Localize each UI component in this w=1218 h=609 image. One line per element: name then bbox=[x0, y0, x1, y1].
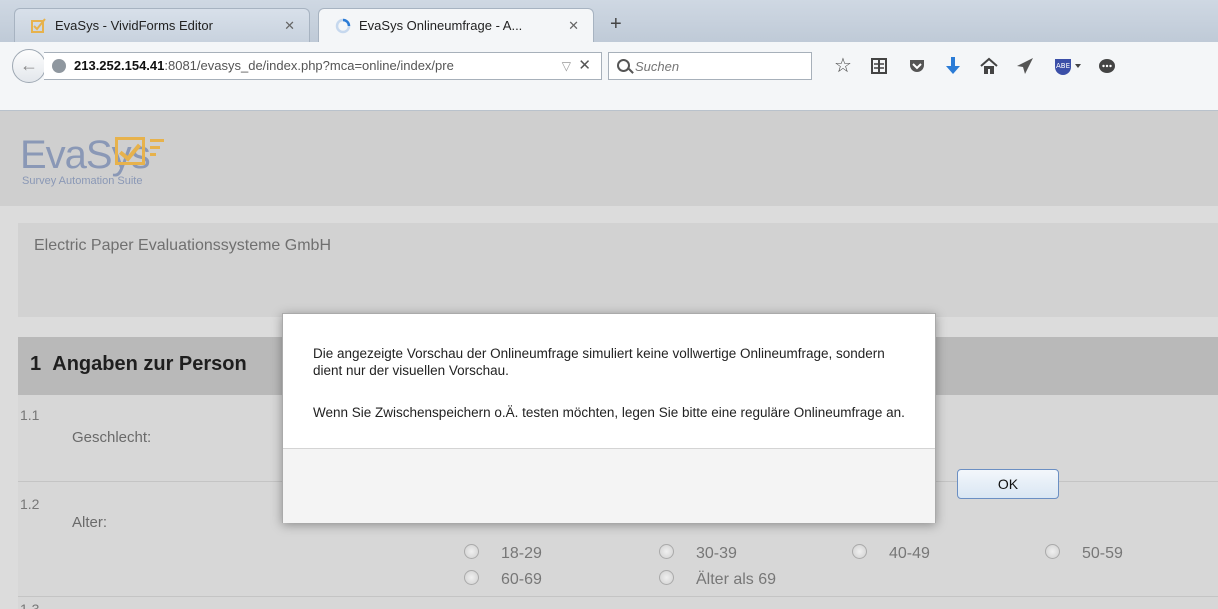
radio-button[interactable] bbox=[852, 544, 867, 559]
radio-button[interactable] bbox=[464, 544, 479, 559]
tab-close-icon[interactable]: ✕ bbox=[568, 9, 579, 43]
age-option[interactable]: 60-69 bbox=[464, 570, 542, 589]
question-number: 1.2 bbox=[20, 496, 40, 512]
dialog-message-2: Wenn Sie Zwischenspeichern o.Ä. testen m… bbox=[313, 405, 905, 420]
organization-name: Electric Paper Evaluationssysteme GmbH bbox=[34, 237, 331, 254]
preview-notice-dialog: Die angezeigte Vorschau der Onlineumfrag… bbox=[282, 313, 1059, 523]
radio-button[interactable] bbox=[464, 570, 479, 585]
svg-text:ABE: ABE bbox=[1056, 62, 1070, 70]
dialog-message-1: Die angezeigte Vorschau der Onlineumfrag… bbox=[313, 346, 885, 378]
url-host: 213.252.154.41 bbox=[74, 58, 165, 73]
question-label: Geschlecht: bbox=[72, 429, 152, 446]
tab-title: EvaSys - VividForms Editor bbox=[55, 18, 213, 33]
loading-spinner-icon bbox=[335, 18, 351, 34]
age-option[interactable]: 40-49 bbox=[852, 544, 930, 563]
search-box[interactable] bbox=[608, 52, 812, 80]
radio-button[interactable] bbox=[659, 544, 674, 559]
star-icon[interactable]: ☆ bbox=[830, 53, 856, 79]
site-identity-icon[interactable] bbox=[52, 59, 66, 73]
back-arrow-icon: ← bbox=[20, 55, 38, 75]
addon-badge-icon[interactable]: ABE bbox=[1050, 53, 1086, 79]
back-button[interactable]: ← bbox=[12, 49, 46, 83]
age-option[interactable]: 30-39 bbox=[659, 544, 737, 563]
navigation-toolbar: ← 213.252.154.41:8081/evasys_de/index.ph… bbox=[0, 42, 1218, 111]
radio-button[interactable] bbox=[1045, 544, 1060, 559]
reading-list-icon[interactable] bbox=[866, 53, 892, 79]
home-icon[interactable] bbox=[976, 53, 1002, 79]
question-row: 1.3 bbox=[18, 597, 1218, 609]
tab-close-icon[interactable]: ✕ bbox=[284, 9, 295, 43]
question-label: Alter: bbox=[72, 514, 108, 531]
age-option[interactable]: Älter als 69 bbox=[659, 570, 776, 589]
address-bar[interactable]: 213.252.154.41:8081/evasys_de/index.php?… bbox=[44, 52, 602, 80]
search-input[interactable] bbox=[635, 55, 805, 77]
tab-onlineumfrage[interactable]: EvaSys Onlineumfrage - A... ✕ bbox=[318, 8, 594, 42]
age-option[interactable]: 50-59 bbox=[1045, 544, 1123, 563]
logo-check-icon bbox=[115, 137, 145, 165]
age-option[interactable]: 18-29 bbox=[464, 544, 542, 563]
ok-button[interactable]: OK bbox=[957, 469, 1059, 499]
download-icon[interactable] bbox=[940, 53, 966, 79]
radio-button[interactable] bbox=[659, 570, 674, 585]
history-dropdown-icon[interactable]: ▽ bbox=[562, 53, 571, 79]
evasys-check-icon bbox=[31, 18, 46, 33]
dialog-footer: OK bbox=[283, 448, 1059, 523]
organization-band: Electric Paper Evaluationssysteme GmbH bbox=[18, 223, 1218, 317]
send-icon[interactable] bbox=[1012, 53, 1038, 79]
tab-strip: EvaSys - VividForms Editor ✕ EvaSys Onli… bbox=[0, 0, 1218, 42]
section-number: 1 bbox=[30, 353, 42, 375]
chat-icon[interactable] bbox=[1094, 53, 1120, 79]
option-label: 40-49 bbox=[889, 545, 930, 562]
logo-rays-icon bbox=[150, 139, 166, 157]
stop-icon[interactable]: ✕ bbox=[578, 53, 591, 79]
page-header: EvaSys Survey Automation Suite bbox=[0, 111, 1218, 206]
search-icon bbox=[617, 59, 630, 72]
logo-subtitle: Survey Automation Suite bbox=[22, 175, 143, 187]
dialog-body: Die angezeigte Vorschau der Onlineumfrag… bbox=[283, 314, 935, 448]
pocket-icon[interactable] bbox=[904, 53, 930, 79]
tab-vividforms-editor[interactable]: EvaSys - VividForms Editor ✕ bbox=[14, 8, 310, 42]
question-number: 1.1 bbox=[20, 407, 40, 423]
option-label: Älter als 69 bbox=[696, 571, 777, 588]
section-title-text: Angaben zur Person bbox=[52, 353, 247, 375]
question-number: 1.3 bbox=[20, 601, 40, 609]
new-tab-icon[interactable]: + bbox=[610, 14, 622, 34]
section-title: 1 Angaben zur Person bbox=[30, 353, 247, 376]
option-label: 50-59 bbox=[1082, 545, 1123, 562]
option-label: 18-29 bbox=[501, 545, 542, 562]
tab-title: EvaSys Onlineumfrage - A... bbox=[359, 18, 523, 33]
option-label: 30-39 bbox=[696, 545, 737, 562]
url-text: 213.252.154.41:8081/evasys_de/index.php?… bbox=[74, 53, 554, 79]
option-label: 60-69 bbox=[501, 571, 542, 588]
url-path: :8081/evasys_de/index.php?mca=online/ind… bbox=[164, 58, 454, 73]
